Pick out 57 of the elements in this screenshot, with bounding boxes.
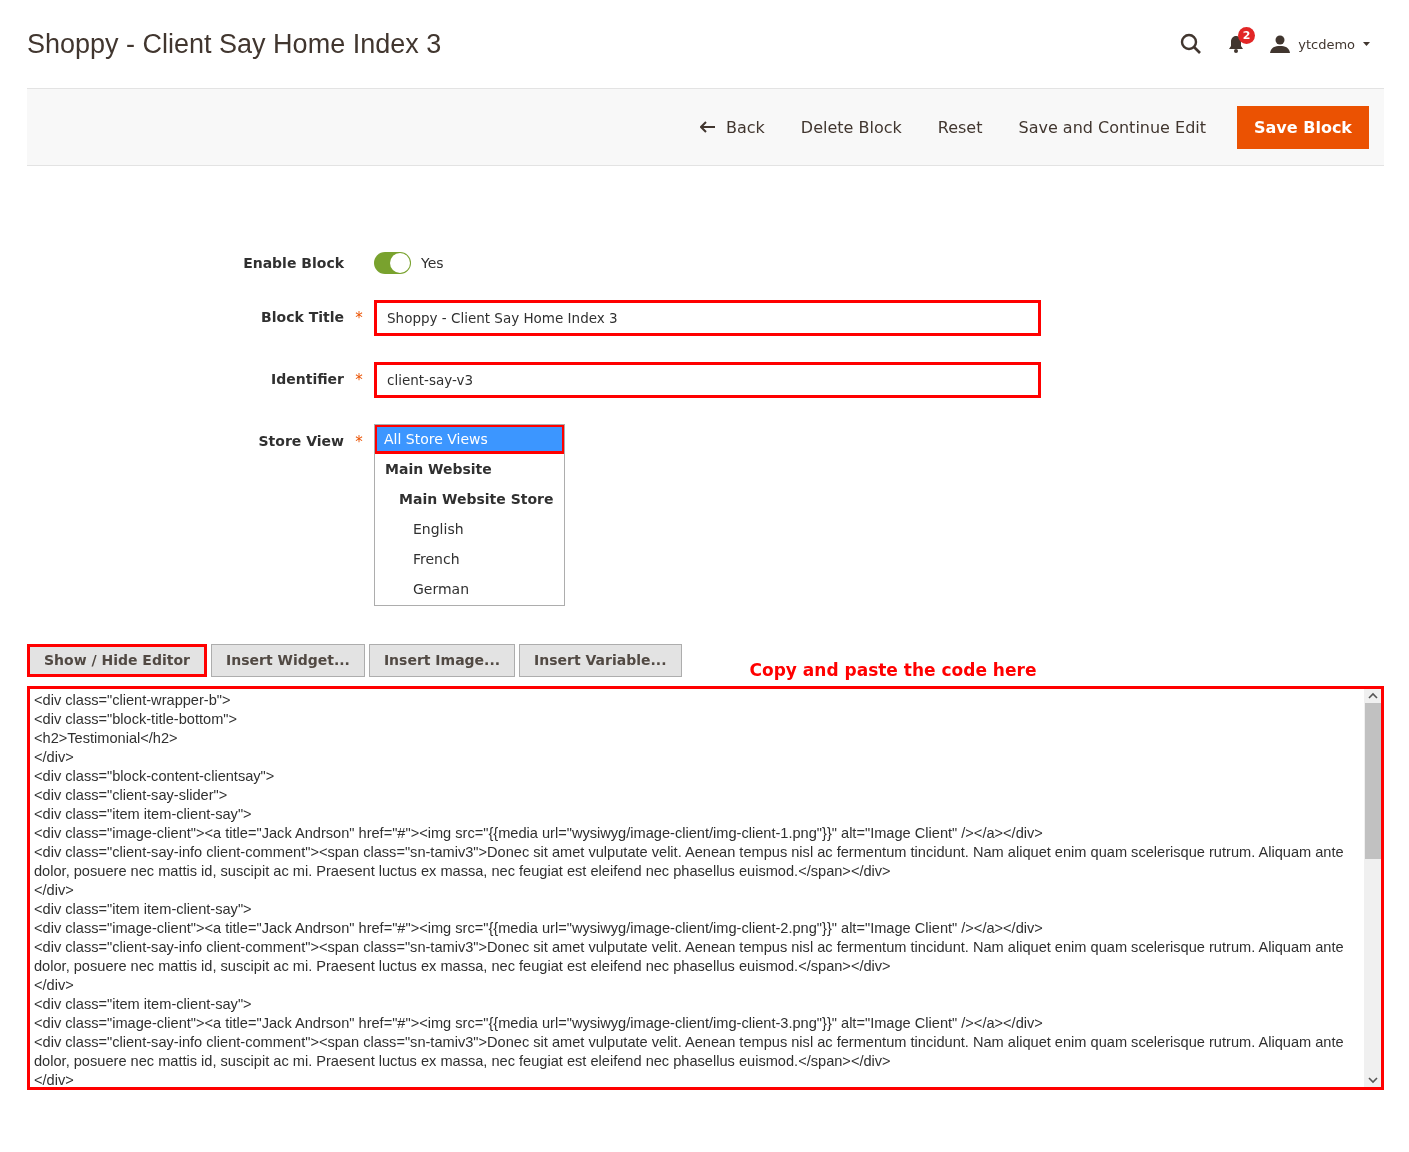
code-line: <div class="image-client"><a title="Jack Andrson" href="#"><img src="{{media url="wysiwyg/image-client/img-client-2.png"}}" alt="Image Client" /></a></div>: [34, 919, 1044, 938]
list-option[interactable]: English: [375, 514, 564, 544]
code-line: </div>: [34, 881, 75, 900]
code-line: <div class="client-say-info client-comment"><span class="sn-tamiv3">Donec sit amet vulputate velit. Aenean tempus nisl ac fermentum tincidunt. Nam aliquet enim quam scelerisque rutrum. Aliquam ante dolor, posuere nec mattis id, suscipit ac mi. Praesent luctus ex massa, nec feugiat est eleifend nec phasellus euismod.</span></div>: [34, 1033, 1345, 1071]
code-line: <div class="image-client"><a title="Jack Andrson" href="#"><img src="{{media url="wysiwyg/image-client/img-client-1.png"}}" alt="Image Client" /></a></div>: [34, 824, 1044, 843]
list-option[interactable]: French: [375, 544, 564, 574]
code-editor[interactable]: [27, 686, 1384, 1090]
code-line: </div>: [34, 1071, 75, 1087]
code-line: <div class="block-title-bottom">: [34, 710, 238, 729]
editor-button[interactable]: Insert Widget...: [210, 643, 365, 677]
code-line: <div class="client-say-slider">: [34, 786, 229, 805]
action-button[interactable]: Delete Block: [783, 105, 919, 149]
text-field[interactable]: client-say-v3: [374, 362, 1041, 398]
field-label: Block Title: [260, 308, 344, 325]
required-mark: *: [354, 370, 364, 389]
code-line: <div class="client-say-info client-comment"><span class="sn-tamiv3">Donec sit amet vulputate velit. Aenean tempus nisl ac fermentum tincidunt. Nam aliquet enim quam scelerisque rutrum. Aliquam ante dolor, posuere nec mattis id, suscipit ac mi. Praesent luctus ex massa, nec feugiat est eleifend nec phasellus euismod.</span></div>: [34, 843, 1345, 881]
code-line: <div class="client-say-info client-comment"><span class="sn-tamiv3">Donec sit amet vulputate velit. Aenean tempus nisl ac fermentum tincidunt. Nam aliquet enim quam scelerisque rutrum. Aliquam ante dolor, posuere nec mattis id, suscipit ac mi. Praesent luctus ex massa, nec feugiat est eleifend nec phasellus euismod.</span></div>: [34, 938, 1345, 976]
code-line: <div class="item item-client-say">: [34, 995, 253, 1014]
scroll-up-icon[interactable]: [1367, 692, 1378, 699]
code-line: </div>: [34, 976, 75, 995]
arrow-left-icon: [700, 121, 716, 133]
required-mark: *: [354, 432, 364, 451]
field-label: Store View: [257, 432, 344, 449]
code-line: </div>: [34, 748, 75, 767]
code-line: <div class="item item-client-say">: [34, 805, 253, 824]
text-field[interactable]: Shoppy - Client Say Home Index 3: [374, 300, 1041, 336]
notification-count: 2: [1238, 27, 1256, 44]
toggle-value: Yes: [421, 255, 444, 271]
caret-icon: [1363, 42, 1370, 46]
user-menu[interactable]: ytcdemo: [1270, 35, 1370, 53]
field-label: Identifier: [270, 370, 344, 387]
list-option[interactable]: German: [375, 574, 564, 604]
editor-button[interactable]: Show / Hide Editor: [27, 643, 207, 677]
user-icon: [1270, 35, 1291, 53]
editor-button[interactable]: Insert Variable...: [519, 643, 682, 677]
search-icon[interactable]: [1180, 33, 1203, 55]
required-mark: *: [354, 308, 364, 327]
back-button[interactable]: Back: [683, 105, 782, 149]
code-line: <div class="item item-client-say">: [34, 900, 253, 919]
code-line: <div class="block-content-clientsay">: [34, 767, 276, 786]
scroll-thumb[interactable]: [1364, 703, 1381, 859]
field-label: Enable Block: [242, 254, 344, 271]
list-option[interactable]: Main Website: [375, 454, 564, 484]
code-line: <div class="image-client"><a title="Jack Andrson" href="#"><img src="{{media url="wysiwyg/image-client/img-client-3.png"}}" alt="Image Client" /></a></div>: [34, 1014, 1044, 1033]
list-option[interactable]: Main Website Store: [375, 484, 564, 514]
scroll-down-icon[interactable]: [1367, 1077, 1378, 1084]
editor-button[interactable]: Insert Image...: [368, 643, 516, 677]
store-view-list[interactable]: All Store Views Main Website Main Website Store English French German: [374, 424, 565, 606]
annotation-text: Copy and paste the code here: [749, 660, 1037, 680]
code-line: <div class="client-wrapper-b">: [34, 691, 232, 710]
action-button[interactable]: Save and Continue Edit: [1001, 105, 1224, 149]
save-button[interactable]: Save Block: [1237, 105, 1369, 149]
code-line: <h2>Testimonial</h2>: [34, 729, 179, 748]
bell-icon[interactable]: [1228, 35, 1245, 53]
enable-toggle[interactable]: [374, 252, 411, 274]
page-title: Shoppy - Client Say Home Index 3: [27, 28, 442, 60]
action-button[interactable]: Reset: [920, 105, 1000, 149]
